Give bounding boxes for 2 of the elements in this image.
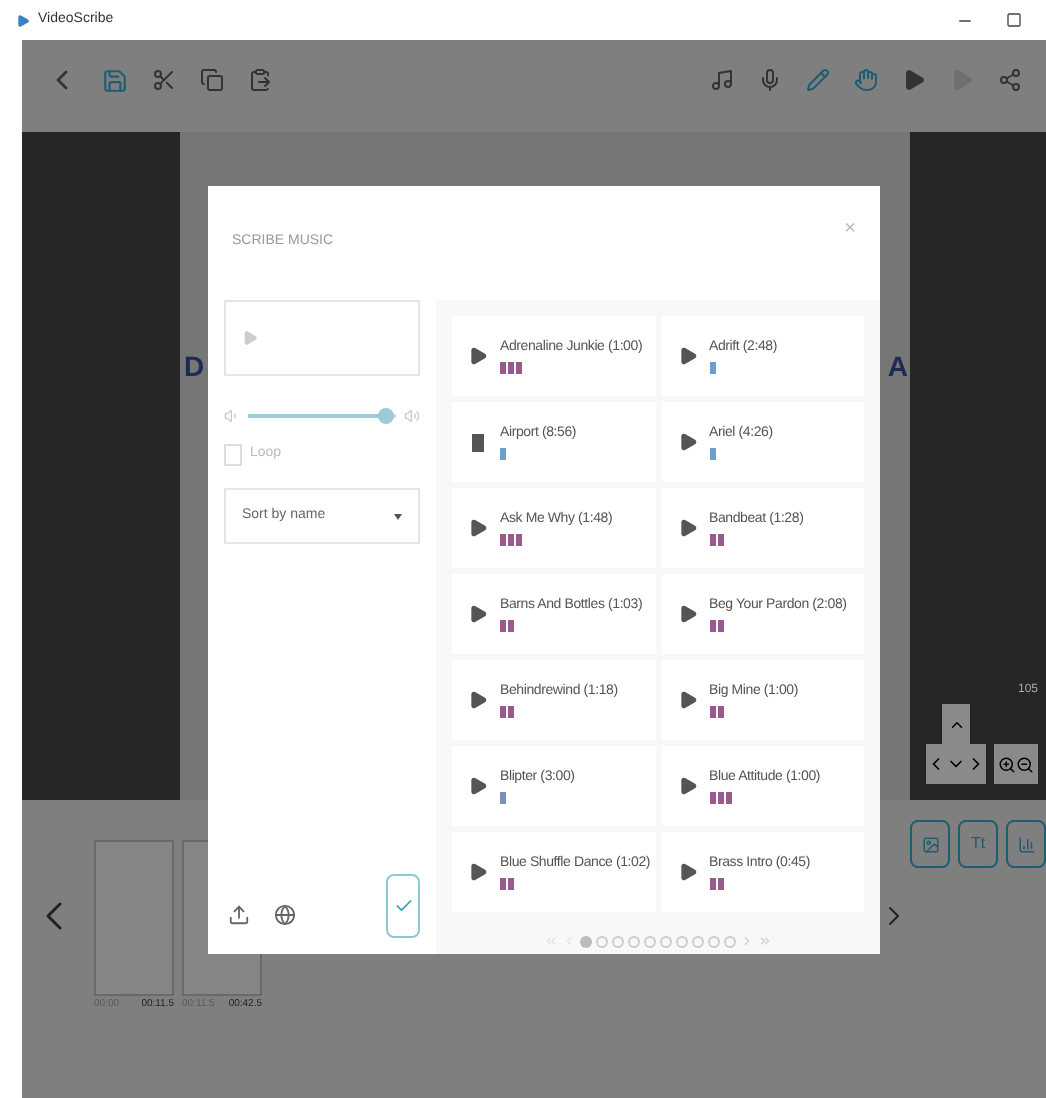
canvas-letter: D [184, 350, 205, 382]
canvas-letter: A [887, 347, 908, 385]
